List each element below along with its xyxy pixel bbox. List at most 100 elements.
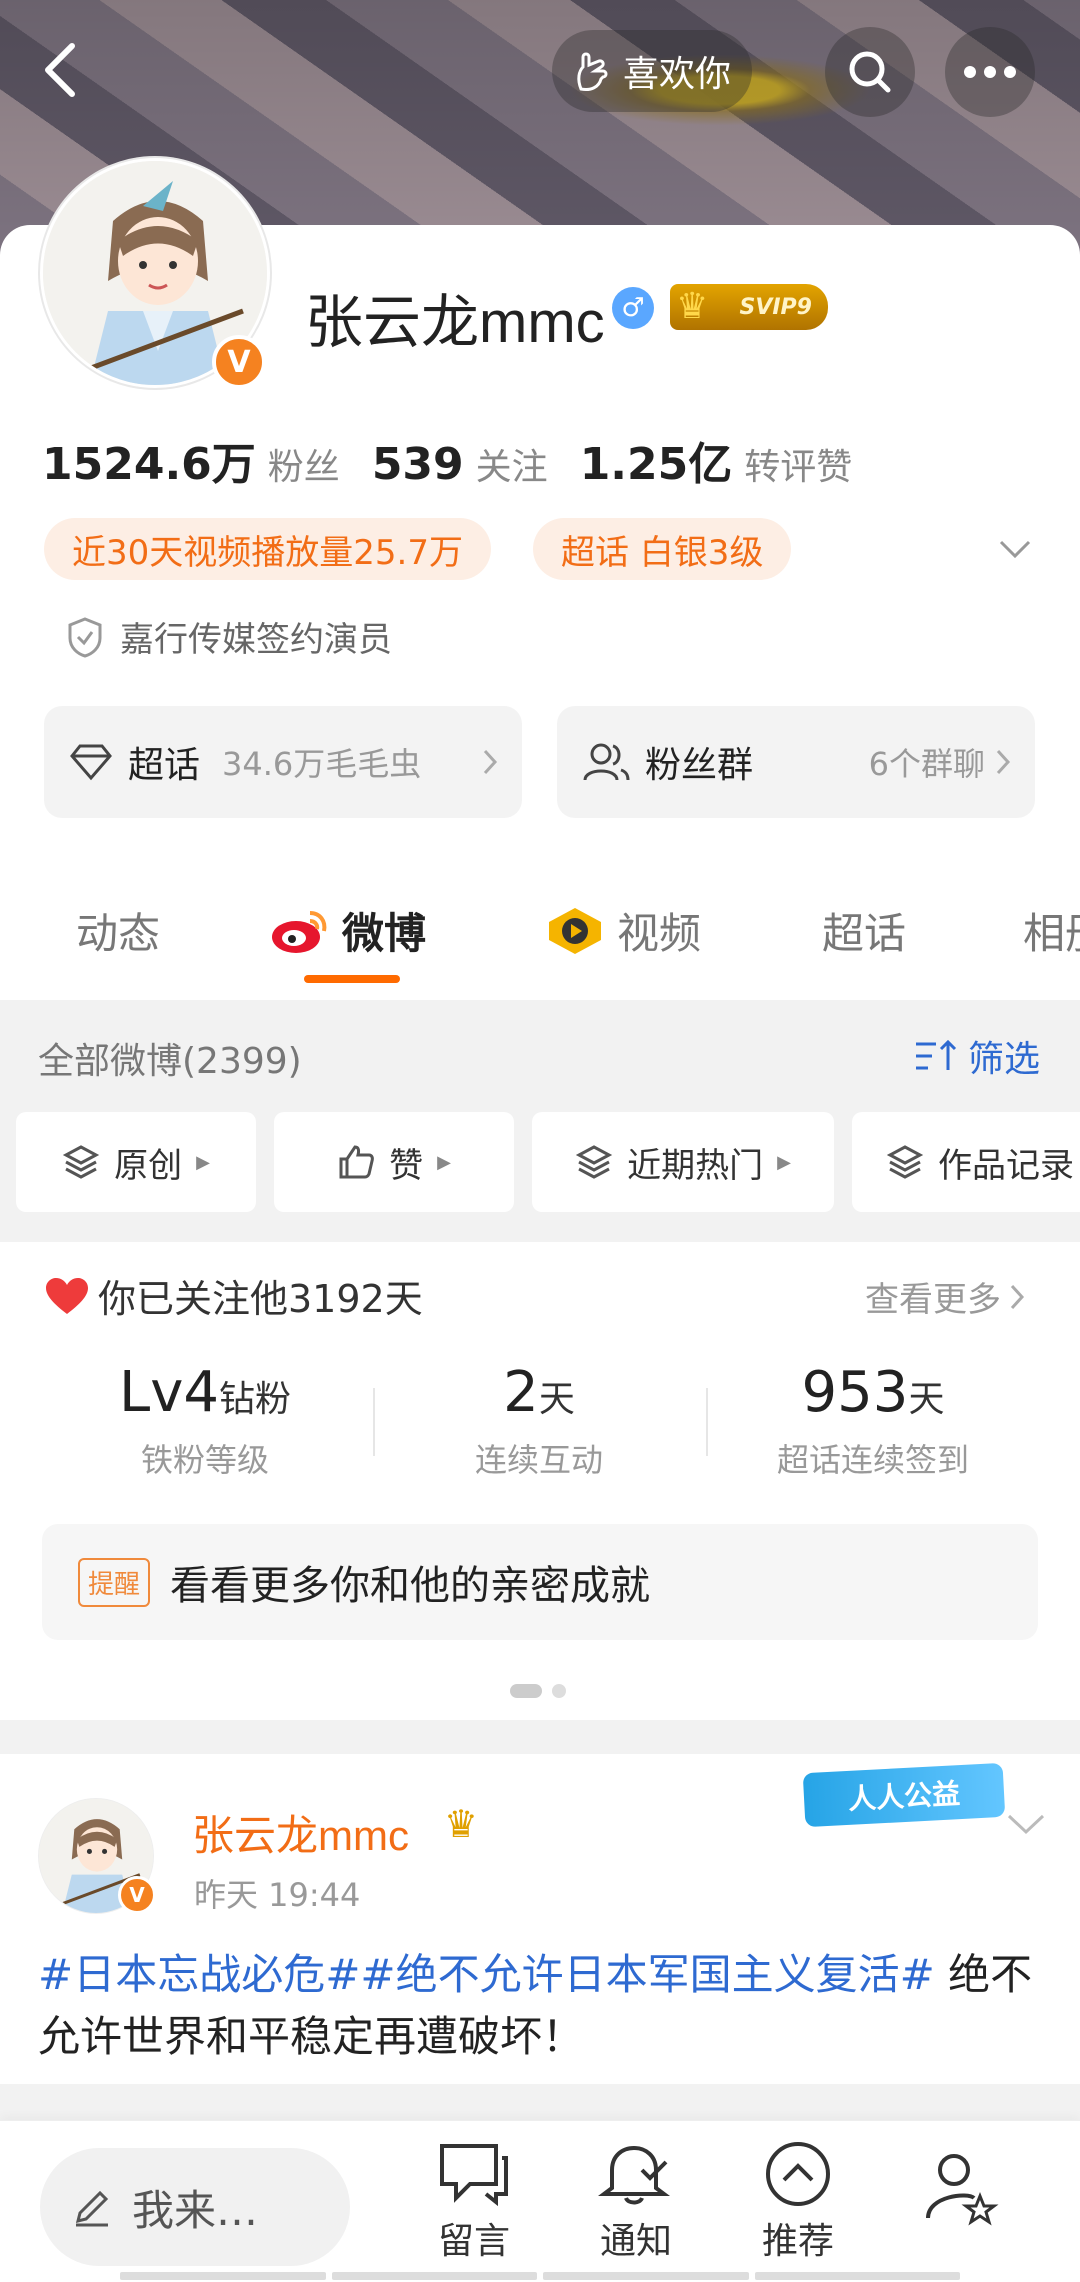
tab-video[interactable]: 视频 [545, 900, 701, 961]
video-plays-pill[interactable]: 近30天视频播放量25.7万 [44, 518, 491, 580]
user-star-icon [926, 2154, 999, 2226]
pencil-icon [75, 2190, 109, 2227]
chevron-up-circle-icon [766, 2142, 830, 2206]
bottom-recommend-button[interactable]: 推荐 [738, 2140, 858, 2264]
topic-link[interactable]: #日本忘战必危# [38, 1950, 360, 1999]
tab-weibo[interactable]: 微博 [270, 900, 426, 961]
metric-unit: 天 [538, 1379, 575, 1420]
topic-link[interactable]: #绝不允许日本军国主义复活# [360, 1950, 934, 1999]
chip-label: 赞 [389, 1145, 424, 1186]
crown-icon: ♛ [444, 1802, 479, 1846]
stat-value: 1524.6万 [42, 439, 256, 490]
chevron-right-icon [482, 748, 498, 776]
post-menu-button[interactable] [1005, 1810, 1047, 1838]
like-you-button[interactable]: 喜欢你 [552, 30, 752, 112]
metric-checkin-streak[interactable]: 953天 超话连续签到 [708, 1360, 1038, 1481]
tab-supertopic[interactable]: 超话 [822, 900, 906, 961]
tab-dynamic[interactable]: 动态 [76, 900, 160, 961]
chip-label: 近期热门 [627, 1145, 764, 1186]
stat-label: 关注 [475, 447, 548, 488]
fans-group-right: 6个群聊 [869, 739, 1011, 785]
back-button[interactable] [30, 30, 90, 110]
follow-days-text: 你已关注他3192天 [98, 1277, 423, 1321]
thumbs-up-icon [339, 1145, 374, 1179]
bottom-notify-button[interactable]: 通知 [576, 2140, 696, 2264]
weibo-logo-icon [272, 910, 327, 953]
filter-label: 筛选 [968, 1039, 1041, 1080]
message-icon [440, 2144, 508, 2207]
layers-icon [575, 1145, 613, 1179]
post-author-name[interactable]: 张云龙mmc [192, 1802, 409, 1863]
metric-value: Lv4 [119, 1360, 219, 1425]
tab-label: 微博 [342, 909, 427, 958]
supertopic-box-title: 超话 [128, 745, 201, 786]
stat-label: 粉丝 [267, 447, 340, 488]
stat-reposts[interactable]: 1.25亿 转评赞 [580, 428, 853, 492]
fans-group-box-sub: 6个群聊 [868, 745, 985, 783]
back-arrow-icon [45, 43, 75, 97]
bottom-label: 留言 [437, 2221, 510, 2262]
post-body: #日本忘战必危##绝不允许日本军国主义复活# 绝不允许世界和平稳定再遭破坏！ [38, 1944, 1048, 2068]
metric-unit: 天 [908, 1379, 945, 1420]
metric-interaction-streak[interactable]: 2天 连续互动 [374, 1360, 704, 1481]
metric-fan-level[interactable]: Lv4钻粉 铁粉等级 [40, 1360, 370, 1481]
caret-right-icon: ▶ [437, 1151, 451, 1173]
compose-input[interactable]: 我来… [40, 2148, 350, 2266]
carousel-dot [552, 1684, 566, 1698]
profile-name: 张云龙mmc [305, 290, 605, 355]
stat-following[interactable]: 539 关注 [372, 438, 548, 490]
post-time: 昨天 19:44 [194, 1876, 361, 1914]
active-tab-indicator [304, 975, 400, 983]
fans-group-box[interactable]: 粉丝群 6个群聊 [557, 706, 1035, 818]
remind-tag: 提醒 [78, 1557, 151, 1607]
more-button[interactable] [945, 27, 1035, 117]
chip-label: 作品记录 [938, 1145, 1074, 1186]
svip-badge[interactable]: SVIP9 [670, 284, 828, 330]
compose-placeholder: 我来… [132, 2185, 259, 2235]
chip-recent-hot[interactable]: 近期热门 ▶ [532, 1112, 834, 1212]
heart-icon [46, 1277, 88, 1314]
bottom-label: 通知 [599, 2221, 672, 2262]
remind-text: 看看更多你和他的亲密成就 [170, 1563, 651, 1609]
feed-count-title: 全部微博(2399) [38, 1041, 302, 1082]
chip-original[interactable]: 原创 ▶ [16, 1112, 256, 1212]
chip-label: 原创 [114, 1145, 183, 1186]
profile-stats: 1524.6万 粉丝 539 关注 1.25亿 转评赞 [42, 428, 852, 492]
supertopic-box[interactable]: 超话 34.6万毛毛虫 [44, 706, 522, 818]
chip-liked[interactable]: 赞 ▶ [274, 1112, 514, 1212]
tab-label: 相册 [1023, 909, 1080, 958]
layers-icon [886, 1145, 924, 1179]
home-indicator [120, 2272, 960, 2280]
see-more-label: 查看更多 [865, 1280, 1001, 1320]
metric-unit: 钻粉 [218, 1379, 291, 1420]
filter-button[interactable]: 筛选 [914, 1030, 1040, 1082]
hand-heart-icon [577, 52, 608, 91]
chevron-right-icon [1010, 1284, 1025, 1309]
stat-value: 1.25亿 [579, 439, 733, 490]
achievement-reminder[interactable]: 提醒 看看更多你和他的亲密成就 [42, 1524, 1038, 1640]
chip-works[interactable]: 作品记录 [852, 1112, 1080, 1212]
tab-label: 视频 [617, 909, 702, 958]
chevron-right-icon [996, 749, 1011, 775]
expand-profile-button[interactable] [995, 528, 1035, 568]
group-icon [583, 743, 630, 781]
signature-text: 嘉行传媒签约演员 [120, 620, 392, 660]
search-button[interactable] [825, 27, 915, 117]
charity-badge[interactable]: 人人公益 [802, 1762, 1006, 1828]
stat-fans[interactable]: 1524.6万 粉丝 [42, 428, 340, 492]
bottom-follow-button[interactable] [900, 2148, 1020, 2228]
post-verified-badge: V [118, 1876, 156, 1914]
tab-album[interactable]: 相册 [1023, 900, 1080, 961]
supertopic-box-sub: 34.6万毛毛虫 [222, 745, 422, 783]
carousel-dot-active [510, 1684, 542, 1698]
supertopic-level-pill[interactable]: 超话 白银3级 [533, 518, 792, 580]
more-dots-icon [964, 66, 1016, 78]
diamond-icon [70, 744, 112, 781]
fans-group-box-title: 粉丝群 [645, 745, 754, 786]
metric-value: 953 [801, 1360, 909, 1425]
bottom-message-button[interactable]: 留言 [414, 2140, 534, 2264]
metric-label: 连续互动 [474, 1441, 603, 1479]
signature: 嘉行传媒签约演员 [66, 612, 392, 661]
see-more-link[interactable]: 查看更多 [865, 1272, 1025, 1321]
metric-label: 铁粉等级 [140, 1441, 269, 1479]
